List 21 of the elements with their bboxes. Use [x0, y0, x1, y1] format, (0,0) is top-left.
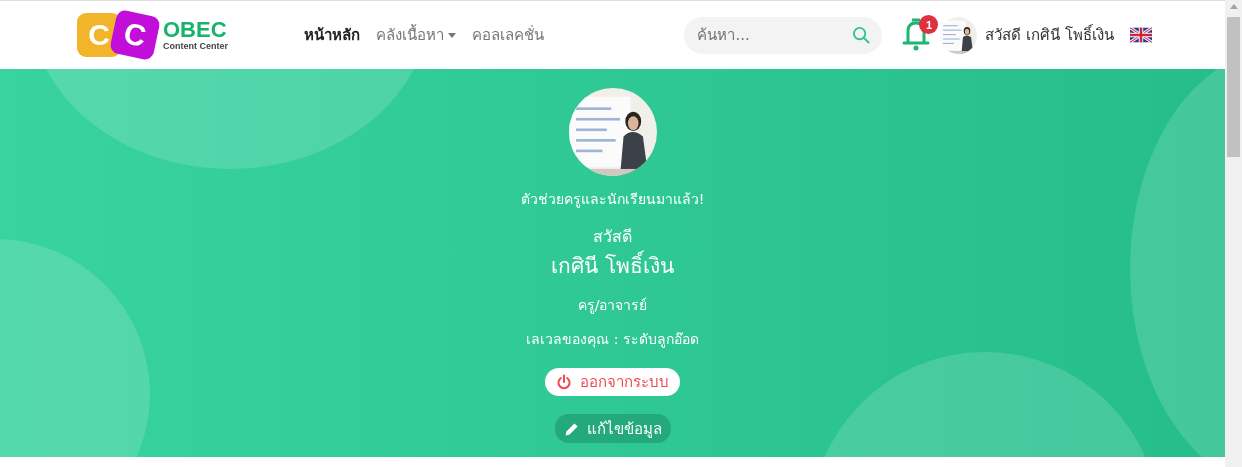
nav-link[interactable]: คลังเนื้อหา [376, 19, 456, 51]
logout-button[interactable]: ออกจากระบบ [545, 368, 680, 396]
pencil-icon [563, 420, 580, 437]
power-icon [556, 374, 572, 390]
nav-link[interactable]: หน้าหลัก [304, 19, 360, 51]
nav-link[interactable]: คอลเลคชั่น [472, 19, 544, 51]
user-role: ครู/อาจารย์ [577, 296, 648, 316]
notification-badge: 1 [919, 15, 939, 34]
logo-tile: C [108, 8, 162, 62]
greeting: สวัสดี [593, 226, 632, 248]
user-level: เลเวลของคุณ : ระดับลูกอ๊อด [526, 330, 699, 350]
user-greeting[interactable]: สวัสดี เกศินี โพธิ์เงิน [985, 23, 1114, 47]
logo-subtitle: Content Center [163, 41, 228, 51]
logo-title: OBEC [163, 19, 228, 41]
flag-icon[interactable] [1130, 27, 1152, 43]
edit-profile-button[interactable]: แก้ไขข้อมูล [554, 414, 671, 443]
scrollbar[interactable] [1225, 0, 1242, 467]
search-field[interactable]: ค้นหา... [684, 16, 883, 54]
bell-icon[interactable] [902, 18, 931, 52]
tagline: ตัวช่วยครูและนักเรียนมาแล้ว! [520, 190, 705, 210]
user-name: เกศินี โพธิ์เงิน [551, 249, 674, 282]
